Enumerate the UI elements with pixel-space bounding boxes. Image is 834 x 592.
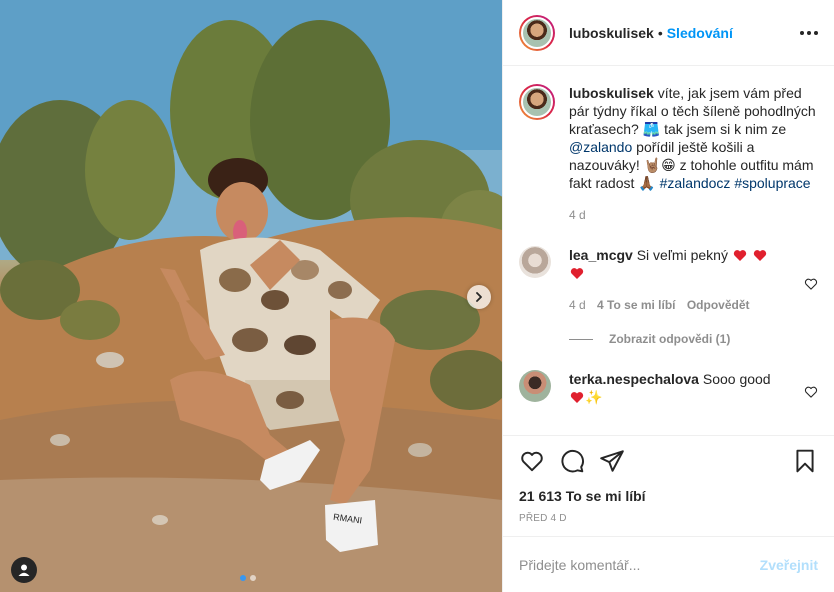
red-heart-emoji xyxy=(753,250,766,261)
action-icons xyxy=(519,448,818,474)
rock-emoji: 🤘🏽 xyxy=(643,157,662,173)
sparkles-emoji: ✨ xyxy=(585,389,603,405)
like-comment-heart-icon[interactable] xyxy=(804,378,818,406)
view-replies-label: Zobrazit odpovědi (1) xyxy=(609,332,731,346)
post-header: luboskulisek • Sledování xyxy=(503,0,834,66)
comment-item: lea_mcgv Si veľmi pekný 4 d 4 To se mi l… xyxy=(519,246,818,314)
follow-button[interactable]: Sledování xyxy=(667,25,733,41)
caption-username[interactable]: luboskulisek xyxy=(569,85,654,101)
comment-age[interactable]: 4 d xyxy=(569,298,586,312)
author-avatar[interactable] xyxy=(519,14,555,51)
tagged-users-button[interactable] xyxy=(11,557,37,583)
comment-item: terka.nespechalova Sooo good ✨ xyxy=(519,370,818,406)
pray-emoji: 🙏🏾 xyxy=(638,175,656,191)
like-comment-heart-icon[interactable] xyxy=(804,254,818,314)
shorts-emoji: 🩳 xyxy=(642,121,661,137)
user-tag-icon xyxy=(18,564,30,576)
author-username[interactable]: luboskulisek xyxy=(569,25,654,41)
commenter-avatar[interactable] xyxy=(519,246,551,278)
carousel-indicator xyxy=(240,575,256,581)
chevron-right-icon xyxy=(476,292,482,302)
likes-count[interactable]: 21 613 To se mi líbí xyxy=(519,488,818,504)
bookmark-icon[interactable] xyxy=(792,448,818,474)
comment-meta: 4 d 4 To se mi líbí Odpovědět xyxy=(569,296,794,314)
post-side-panel: luboskulisek • Sledování luboskulisek ví… xyxy=(502,0,834,592)
more-options-icon[interactable] xyxy=(794,25,818,41)
heart-icon[interactable] xyxy=(519,448,545,474)
comment-icon[interactable] xyxy=(559,448,585,474)
comment-text: Sooo good xyxy=(702,371,771,387)
add-comment-bar: Zveřejnit xyxy=(503,536,834,592)
caption-meta: 4 d xyxy=(569,206,818,224)
header-separator: • xyxy=(657,24,663,41)
hashtag-link[interactable]: #spoluprace xyxy=(734,175,810,191)
post-date[interactable]: PŘED 4 D xyxy=(519,513,818,524)
commenter-avatar[interactable] xyxy=(519,370,551,402)
mention-link[interactable]: @zalando xyxy=(569,139,632,155)
next-photo-button[interactable] xyxy=(467,285,491,309)
comment-text: Si veľmi pekný xyxy=(636,247,728,263)
share-icon[interactable] xyxy=(599,448,625,474)
red-heart-emoji xyxy=(570,392,584,403)
comment-likes-count[interactable]: 4 To se mi líbí xyxy=(597,298,675,312)
view-replies-button[interactable]: Zobrazit odpovědi (1) xyxy=(569,332,818,346)
red-heart-emoji xyxy=(570,268,584,279)
post-modal: RMANI luboskulisek • Sledování luboskuli… xyxy=(0,0,834,592)
post-actions: 21 613 To se mi líbí PŘED 4 D xyxy=(503,436,834,524)
caption: luboskulisek víte, jak jsem vám před pár… xyxy=(519,84,818,224)
comment-username[interactable]: lea_mcgv xyxy=(569,247,633,263)
caption-age[interactable]: 4 d xyxy=(569,208,586,222)
caption-avatar[interactable] xyxy=(519,84,555,120)
comment-body: lea_mcgv Si veľmi pekný 4 d 4 To se mi l… xyxy=(569,246,794,314)
red-heart-emoji xyxy=(733,250,746,261)
reply-button[interactable]: Odpovědět xyxy=(687,298,750,312)
comments-section[interactable]: luboskulisek víte, jak jsem vám před pár… xyxy=(503,66,834,436)
caption-text-part-2: tak jsem si k nim ze xyxy=(664,121,787,137)
replies-divider xyxy=(569,338,593,340)
grin-emoji: 😁 xyxy=(661,157,676,173)
photo-illustration: RMANI xyxy=(0,0,502,592)
carousel-dot xyxy=(250,575,256,581)
publish-comment-button[interactable]: Zveřejnit xyxy=(760,557,818,573)
comment-body: terka.nespechalova Sooo good ✨ xyxy=(569,370,794,406)
comment-input[interactable] xyxy=(519,556,760,573)
carousel-dot-active xyxy=(240,575,246,581)
caption-text: luboskulisek víte, jak jsem vám před pár… xyxy=(569,84,818,224)
comment-username[interactable]: terka.nespechalova xyxy=(569,371,699,387)
hashtag-link[interactable]: #zalandocz xyxy=(660,175,731,191)
post-photo[interactable]: RMANI xyxy=(0,0,502,592)
